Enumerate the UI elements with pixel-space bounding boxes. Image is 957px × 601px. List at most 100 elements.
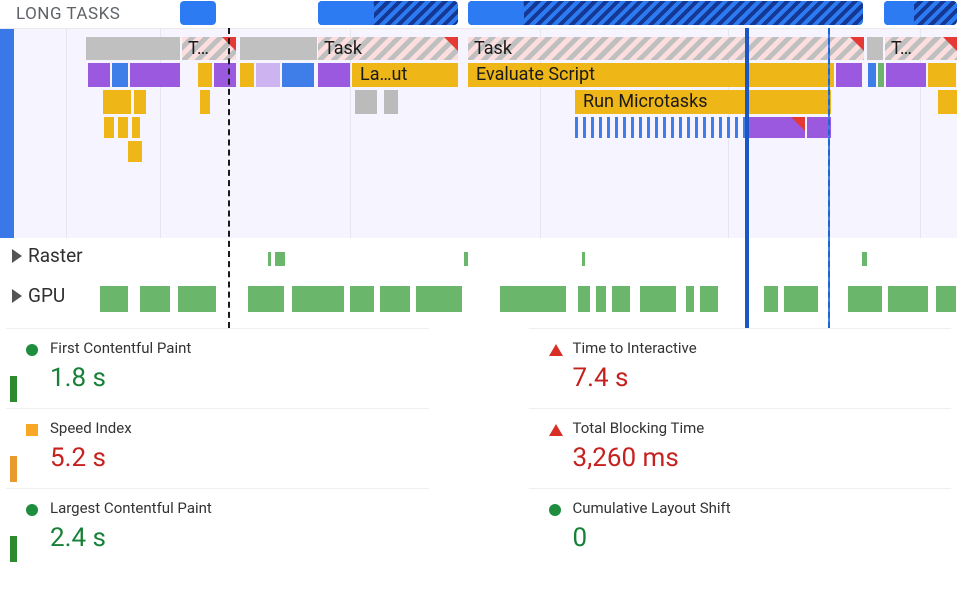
raster-label-text: Raster bbox=[28, 244, 83, 267]
gpu-block[interactable] bbox=[140, 286, 170, 312]
long-task-block-solid bbox=[884, 1, 914, 25]
long-task-block[interactable] bbox=[180, 1, 216, 25]
status-bad-icon bbox=[549, 344, 563, 356]
metric-name: First Contentful Paint bbox=[50, 339, 421, 357]
gpu-block[interactable] bbox=[578, 286, 590, 312]
task-bar[interactable]: Task bbox=[318, 37, 458, 60]
flame-segment[interactable] bbox=[198, 63, 212, 87]
metric-value: 3,260 ms bbox=[573, 443, 944, 473]
metric-tbt[interactable]: Total Blocking Time 3,260 ms bbox=[529, 408, 952, 488]
gpu-block[interactable] bbox=[686, 286, 694, 312]
status-good-icon bbox=[26, 504, 38, 516]
status-average-icon bbox=[26, 424, 38, 436]
gpu-label: GPU bbox=[12, 284, 65, 307]
expand-icon[interactable] bbox=[12, 249, 22, 263]
metric-value: 0 bbox=[573, 523, 944, 553]
metric-si[interactable]: Speed Index 5.2 s bbox=[6, 408, 429, 488]
metric-name: Time to Interactive bbox=[573, 339, 944, 357]
gridline bbox=[350, 29, 351, 238]
metric-value: 2.4 s bbox=[50, 523, 421, 553]
gpu-block[interactable] bbox=[888, 286, 928, 312]
gridline bbox=[540, 29, 541, 238]
gridline bbox=[920, 29, 921, 238]
flame-run-microtasks[interactable]: Run Microtasks bbox=[575, 90, 831, 114]
flame-segment[interactable] bbox=[878, 63, 884, 87]
flame-segment[interactable] bbox=[928, 63, 956, 87]
gpu-block[interactable] bbox=[380, 286, 410, 312]
flame-segment[interactable] bbox=[868, 63, 876, 87]
flame-segment[interactable] bbox=[214, 63, 236, 87]
raster-block[interactable] bbox=[275, 252, 285, 266]
flame-segment[interactable] bbox=[112, 63, 128, 87]
flame-segment[interactable] bbox=[240, 63, 254, 87]
gpu-track[interactable]: GPU bbox=[0, 278, 957, 326]
metric-tti[interactable]: Time to Interactive 7.4 s bbox=[529, 328, 952, 408]
task-bar[interactable]: T… bbox=[885, 37, 957, 60]
gpu-block[interactable] bbox=[612, 286, 630, 312]
status-good-icon bbox=[26, 344, 38, 356]
microtask-children[interactable] bbox=[575, 117, 831, 138]
gpu-block[interactable] bbox=[936, 286, 956, 312]
long-tasks-track[interactable]: LONG TASKS bbox=[0, 0, 957, 28]
raster-block[interactable] bbox=[582, 252, 585, 266]
long-task-block[interactable] bbox=[468, 1, 863, 25]
flame-segment[interactable] bbox=[282, 63, 314, 87]
flame-segment[interactable] bbox=[886, 63, 926, 87]
raster-block[interactable] bbox=[862, 252, 867, 266]
gridline bbox=[66, 29, 67, 238]
flame-left-edge bbox=[0, 29, 14, 239]
flame-segment[interactable] bbox=[938, 90, 957, 114]
raster-track[interactable]: Raster bbox=[0, 238, 957, 278]
metric-value: 1.8 s bbox=[50, 363, 421, 393]
flame-segment[interactable] bbox=[88, 63, 110, 87]
metric-name: Total Blocking Time bbox=[573, 419, 944, 437]
flame-segment[interactable] bbox=[355, 90, 377, 114]
task-bar[interactable]: Task bbox=[468, 37, 864, 60]
flame-segment[interactable] bbox=[128, 141, 142, 162]
metrics-grid: First Contentful Paint 1.8 s Time to Int… bbox=[0, 328, 957, 576]
metric-value: 5.2 s bbox=[50, 443, 421, 473]
gpu-block[interactable] bbox=[248, 286, 284, 312]
metric-name: Speed Index bbox=[50, 419, 421, 437]
gpu-block[interactable] bbox=[784, 286, 818, 312]
task-bar[interactable] bbox=[86, 37, 180, 60]
gpu-block[interactable] bbox=[500, 286, 566, 312]
gpu-block[interactable] bbox=[292, 286, 344, 312]
metric-lcp[interactable]: Largest Contentful Paint 2.4 s bbox=[6, 488, 429, 568]
task-bar[interactable] bbox=[867, 37, 883, 60]
expand-icon[interactable] bbox=[12, 289, 22, 303]
flame-segment[interactable] bbox=[384, 90, 398, 114]
flame-segment[interactable] bbox=[200, 90, 210, 114]
task-bar[interactable]: T… bbox=[182, 37, 236, 60]
gpu-block[interactable] bbox=[640, 286, 676, 312]
flame-segment[interactable] bbox=[256, 63, 280, 87]
flame-segment[interactable] bbox=[104, 117, 114, 138]
raster-block[interactable] bbox=[464, 252, 468, 266]
gpu-block[interactable] bbox=[848, 286, 882, 312]
gpu-block[interactable] bbox=[350, 286, 374, 312]
tracks-section: Raster GPU bbox=[0, 238, 957, 328]
flame-segment[interactable] bbox=[836, 63, 862, 87]
gpu-block[interactable] bbox=[178, 286, 216, 312]
gpu-block[interactable] bbox=[764, 286, 778, 312]
flame-chart[interactable]: T… Task Task T… La…ut Evaluate Script Ru… bbox=[0, 28, 957, 238]
flame-segment[interactable] bbox=[118, 117, 128, 138]
metric-fcp[interactable]: First Contentful Paint 1.8 s bbox=[6, 328, 429, 408]
metric-left-tick bbox=[10, 376, 17, 402]
flame-segment[interactable] bbox=[103, 90, 131, 114]
metric-cls[interactable]: Cumulative Layout Shift 0 bbox=[529, 488, 952, 568]
flame-segment[interactable] bbox=[134, 90, 146, 114]
flame-segment[interactable] bbox=[130, 63, 180, 87]
status-bad-icon bbox=[549, 424, 563, 436]
gpu-block[interactable] bbox=[416, 286, 462, 312]
gpu-block[interactable] bbox=[596, 286, 606, 312]
gpu-block[interactable] bbox=[700, 286, 718, 312]
flame-segment[interactable] bbox=[132, 117, 140, 138]
raster-block[interactable] bbox=[268, 252, 271, 266]
gpu-block[interactable] bbox=[100, 286, 128, 312]
long-task-block-solid bbox=[318, 1, 374, 25]
flame-layout[interactable]: La…ut bbox=[352, 63, 458, 87]
task-bar[interactable] bbox=[240, 37, 317, 60]
flame-segment[interactable] bbox=[318, 63, 350, 87]
flame-evaluate-script[interactable]: Evaluate Script bbox=[468, 63, 834, 87]
